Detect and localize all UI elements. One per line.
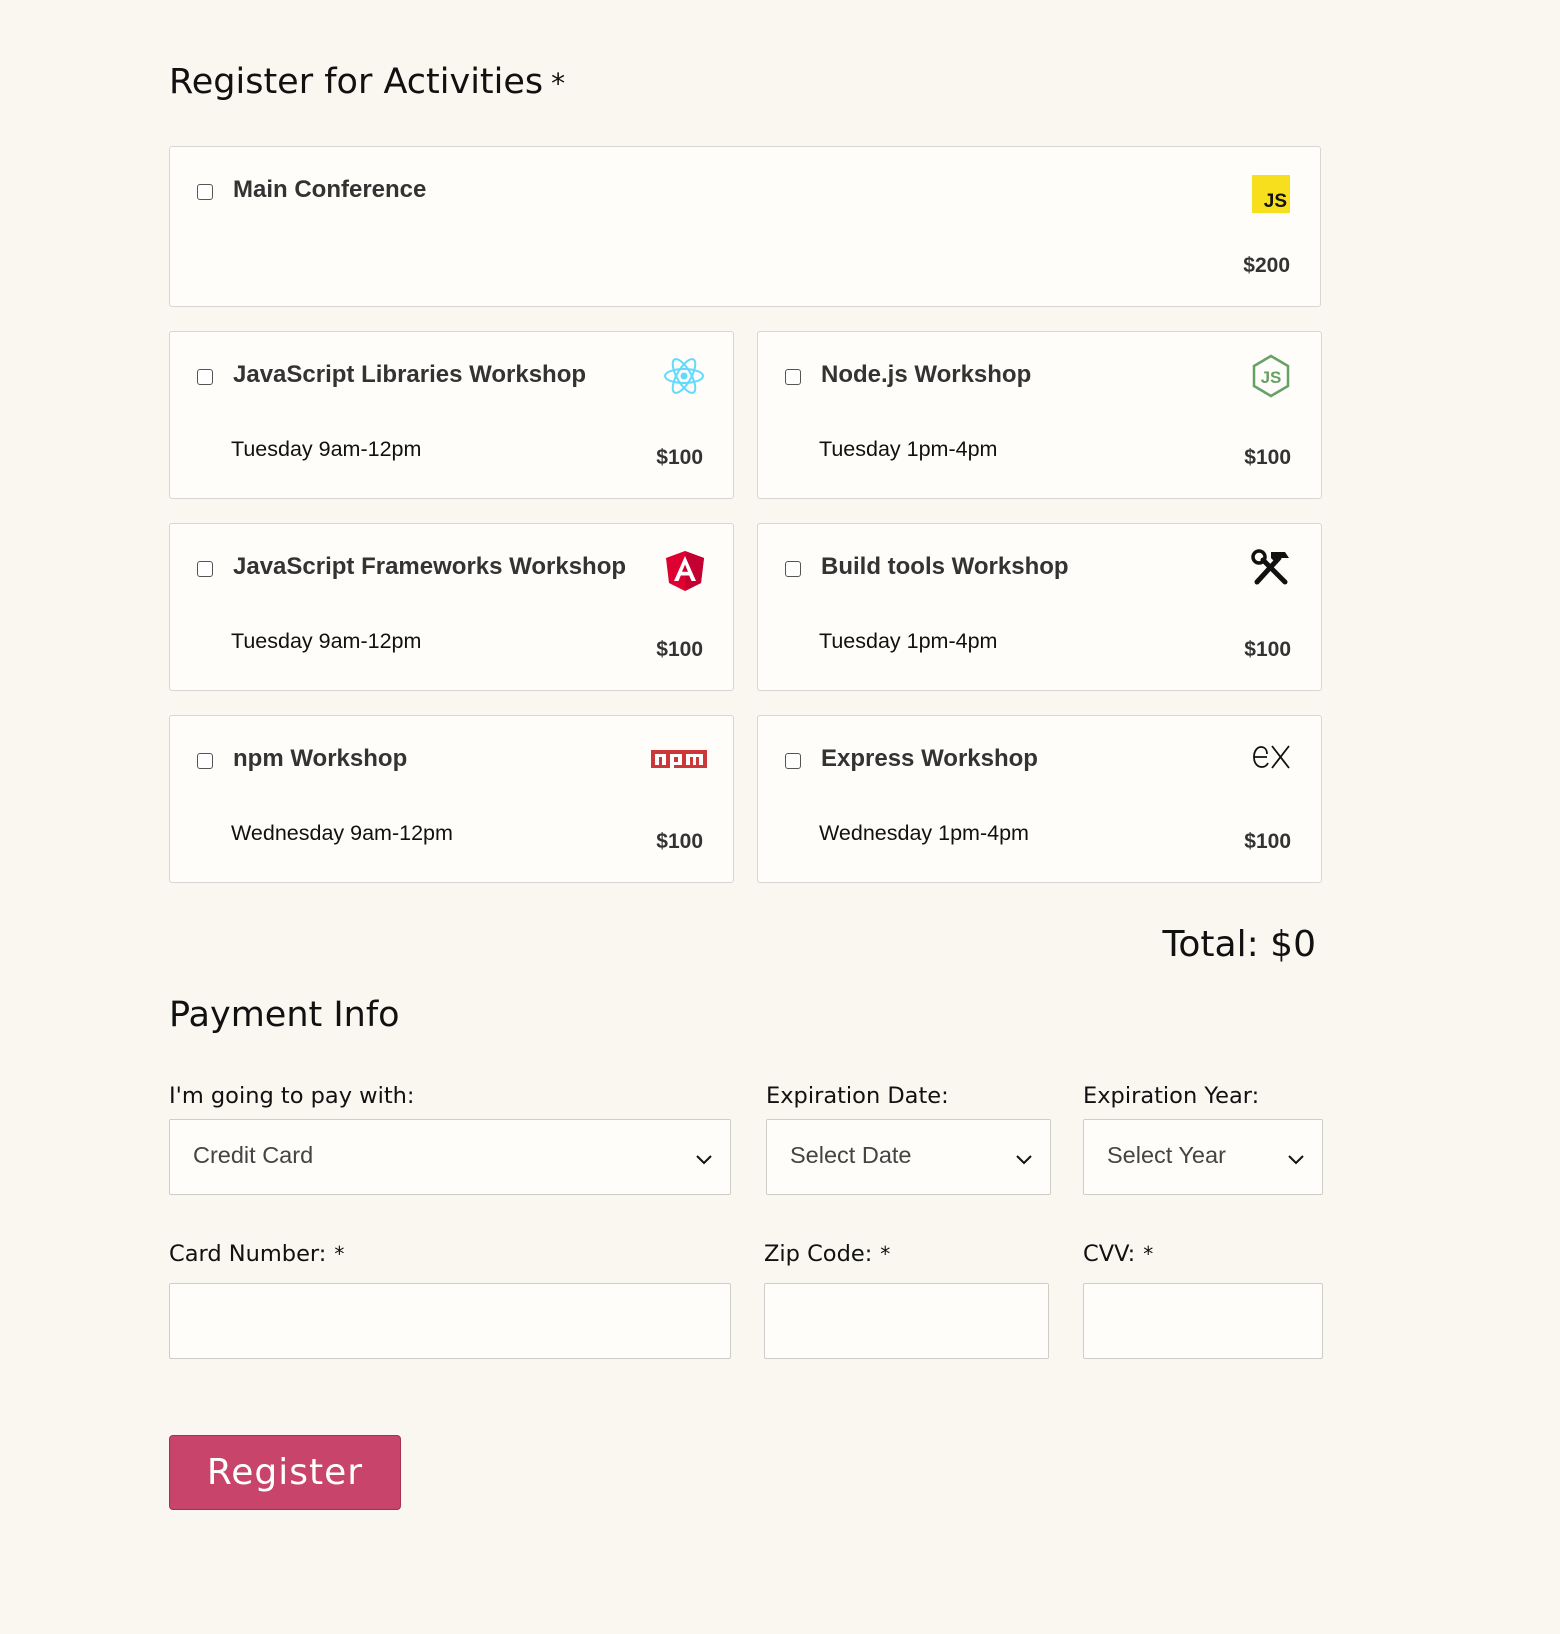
activity-js-libraries[interactable]: JavaScript Libraries Workshop Tuesday 9a… [169, 331, 734, 499]
express-icon [1251, 742, 1291, 776]
exp-date-select[interactable]: Select Date [766, 1119, 1051, 1195]
activity-cost: $100 [656, 638, 703, 661]
activity-cost: $200 [1243, 254, 1290, 277]
activity-nodejs[interactable]: Node.js Workshop JS Tuesday 1pm-4pm $100 [757, 331, 1322, 499]
card-number-label: Card Number: * [169, 1241, 345, 1267]
activity-name: JavaScript Frameworks Workshop [233, 553, 627, 580]
nodejs-icon: JS [1251, 354, 1291, 402]
activity-cost: $100 [1244, 830, 1291, 853]
express-checkbox[interactable] [785, 753, 801, 769]
activities-total: Total: $0 [1162, 924, 1316, 965]
activity-main-conference[interactable]: Main Conference JS $200 [169, 146, 1321, 307]
activity-cost: $100 [1244, 638, 1291, 661]
chevron-down-icon [1016, 1150, 1032, 1169]
cvv-input[interactable] [1083, 1283, 1323, 1359]
zip-code-input[interactable] [764, 1283, 1049, 1359]
activity-time: Wednesday 9am-12pm [231, 821, 453, 845]
exp-year-value: Select Year [1107, 1142, 1226, 1168]
js-frameworks-checkbox[interactable] [197, 561, 213, 577]
svg-text:JS: JS [1261, 368, 1282, 387]
build-tools-icon [1251, 548, 1291, 590]
exp-year-select[interactable]: Select Year [1083, 1119, 1323, 1195]
activity-js-frameworks[interactable]: JavaScript Frameworks Workshop Tuesday 9… [169, 523, 734, 691]
js-badge-text: JS [1263, 191, 1287, 212]
angular-icon [665, 550, 705, 596]
activity-npm[interactable]: npm Workshop Wednesday 9am-12pm $100 [169, 715, 734, 883]
activity-build-tools[interactable]: Build tools Workshop Tuesday 1pm-4pm $10… [757, 523, 1322, 691]
register-button[interactable]: Register [169, 1435, 401, 1510]
exp-year-label: Expiration Year: [1083, 1083, 1260, 1109]
required-asterisk: * [880, 1242, 891, 1266]
js-libraries-checkbox[interactable] [197, 369, 213, 385]
activity-name: JavaScript Libraries Workshop [233, 361, 587, 388]
activity-name: Node.js Workshop [821, 361, 1032, 388]
activity-time: Tuesday 9am-12pm [231, 629, 422, 653]
activity-name: Build tools Workshop [821, 553, 1069, 580]
cvv-label: CVV: * [1083, 1241, 1154, 1267]
activity-time: Tuesday 9am-12pm [231, 437, 422, 461]
activity-express[interactable]: Express Workshop Wednesday 1pm-4pm $100 [757, 715, 1322, 883]
activity-name: Main Conference [233, 176, 427, 203]
exp-date-value: Select Date [790, 1142, 912, 1168]
activity-cost: $100 [1244, 446, 1291, 469]
card-number-input[interactable] [169, 1283, 731, 1359]
activity-time: Tuesday 1pm-4pm [819, 437, 998, 461]
activity-cost: $100 [656, 830, 703, 853]
payment-method-select[interactable]: Credit Card [169, 1119, 731, 1195]
nodejs-checkbox[interactable] [785, 369, 801, 385]
build-tools-checkbox[interactable] [785, 561, 801, 577]
react-icon [663, 356, 705, 400]
activity-name: Express Workshop [821, 745, 1038, 772]
activity-cost: $100 [656, 446, 703, 469]
npm-checkbox[interactable] [197, 753, 213, 769]
exp-date-label: Expiration Date: [766, 1083, 949, 1109]
pay-with-label: I'm going to pay with: [169, 1083, 415, 1109]
required-asterisk: * [1143, 1242, 1154, 1266]
chevron-down-icon [696, 1150, 712, 1169]
js-logo-icon: JS [1252, 175, 1290, 213]
required-asterisk: * [334, 1242, 345, 1266]
activities-heading: Register for Activities * [169, 62, 566, 102]
activity-name: npm Workshop [233, 745, 408, 772]
chevron-down-icon [1288, 1150, 1304, 1169]
main-conference-checkbox[interactable] [197, 184, 213, 200]
activity-time: Tuesday 1pm-4pm [819, 629, 998, 653]
payment-heading: Payment Info [169, 995, 400, 1035]
activity-time: Wednesday 1pm-4pm [819, 821, 1029, 845]
zip-code-label: Zip Code: * [764, 1241, 891, 1267]
payment-method-value: Credit Card [193, 1142, 314, 1168]
page: Register for Activities * Main Conference… [0, 0, 1560, 1634]
required-asterisk: * [551, 67, 566, 100]
npm-icon [651, 750, 707, 776]
